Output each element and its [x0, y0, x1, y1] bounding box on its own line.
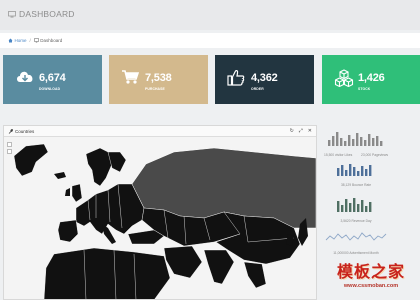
- page-header: DASHBOARD: [0, 0, 420, 30]
- breadcrumb-home[interactable]: Home: [8, 38, 27, 43]
- breadcrumb-current-label: Dashboard: [40, 38, 63, 43]
- cubes-icon: [334, 69, 354, 92]
- sparkline-chart: [337, 198, 372, 212]
- breadcrumb-separator: /: [29, 38, 31, 43]
- zoom-out-button[interactable]: [7, 149, 12, 154]
- watermark-chinese-text: 模板之家: [336, 262, 405, 281]
- map-panel-title: Countries: [15, 128, 35, 134]
- cloud-download-icon: [15, 69, 35, 90]
- watermark-logo: 模板之家 www.cssmoban.com: [322, 258, 420, 300]
- revenue-day-caption: 3,5620 Revenue Day: [340, 219, 372, 223]
- stock-value: 1,426: [358, 72, 385, 84]
- bounce-rate-sparkline: 38,129 Bounce Rate: [324, 162, 388, 187]
- zoom-in-button[interactable]: [7, 142, 12, 147]
- order-value: 4,362: [251, 72, 278, 84]
- purchase-stat-card[interactable]: 7,538 PURCHASE: [109, 55, 208, 104]
- page-title-text: DASHBOARD: [19, 9, 75, 19]
- download-stat-card[interactable]: 6,674 DOWNLOAD: [3, 55, 102, 104]
- countries-map-panel: Countries ↻ ⤢ ✕: [3, 125, 317, 300]
- purchase-label: PURCHASE: [145, 87, 165, 91]
- home-icon: [8, 38, 13, 43]
- purchase-value: 7,538: [145, 72, 172, 84]
- order-stat-card[interactable]: 4,362 ORDER: [215, 55, 314, 104]
- order-label: ORDER: [251, 87, 264, 91]
- download-label: DOWNLOAD: [39, 87, 61, 91]
- revenue-day-sparkline: 3,5620 Revenue Day: [324, 196, 388, 223]
- map-panel-header: Countries ↻ ⤢ ✕: [4, 126, 316, 137]
- breadcrumb-home-label: Home: [14, 38, 27, 43]
- sparkline-chart: [337, 164, 372, 176]
- watermark-url: www.cssmoban.com: [343, 283, 399, 289]
- wrench-icon: [8, 128, 13, 134]
- map-graphic: [13, 143, 316, 299]
- advertisment-month-sparkline: 11,000000 Advertisment Month: [324, 230, 388, 255]
- stock-label: STOCK: [358, 87, 371, 91]
- stock-stat-card[interactable]: 1,426 STOCK: [322, 55, 420, 104]
- breadcrumb: Home / Dashboard: [0, 33, 420, 48]
- close-icon[interactable]: ✕: [308, 128, 312, 134]
- monitor-icon: [8, 10, 16, 17]
- monitor-icon: [33, 38, 39, 43]
- shopping-cart-icon: [121, 69, 140, 90]
- expand-icon[interactable]: ⤢: [299, 128, 303, 134]
- sparkline-caption-row: 15,500 visitor Likes 23,000 Pageviews: [324, 153, 388, 157]
- sparkline-chart: [325, 232, 387, 241]
- advertisment-month-caption: 11,000000 Advertisment Month: [333, 251, 379, 255]
- bounce-rate-caption: 38,129 Bounce Rate: [340, 183, 372, 187]
- page-title: DASHBOARD: [8, 9, 75, 19]
- breadcrumb-current: Dashboard: [33, 38, 63, 43]
- sparkline-chart: [328, 132, 383, 146]
- visitor-likes-sparkline: 15,500 visitor Likes 23,000 Pageviews: [324, 130, 388, 157]
- visitor-likes-caption: 15,500 visitor Likes: [324, 153, 353, 157]
- download-value: 6,674: [39, 72, 66, 84]
- refresh-icon[interactable]: ↻: [290, 128, 294, 134]
- thumbs-up-icon: [227, 69, 245, 91]
- pageviews-caption: 23,000 Pageviews: [361, 153, 388, 157]
- world-map[interactable]: [4, 138, 316, 299]
